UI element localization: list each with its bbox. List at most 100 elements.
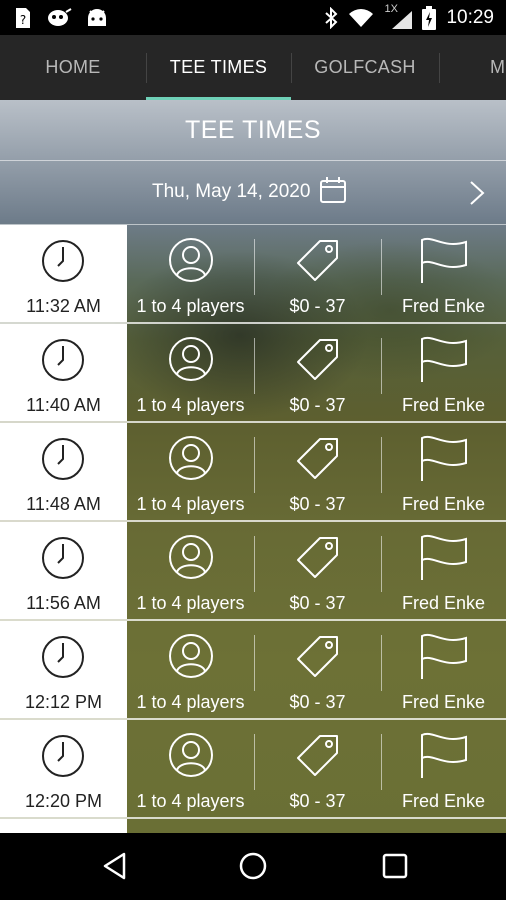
players-cell: 1 to 4 players [127,324,254,421]
price-tag-icon [297,339,338,380]
price-cell: $0 - 37 [254,522,381,619]
signal-icon [392,11,413,29]
players-cell: 1 to 4 players [127,522,254,619]
price-tag-icon [297,735,338,776]
page-title: TEE TIMES [184,115,321,144]
chevron-right-icon[interactable] [466,179,488,207]
course-label: Fred Enke [401,395,486,415]
course-cell: Fred Enke [381,324,506,421]
home-icon[interactable] [238,851,268,881]
price-tag-icon [297,537,338,578]
time-cell: 12:12 PM [0,621,127,718]
course-cell: Fred Enke [381,621,506,718]
price-label: $0 - 37 [289,494,346,514]
battery-charging-icon [422,6,437,30]
tab-divider [439,53,440,83]
players-label: 1 to 4 players [136,296,245,316]
calendar-icon[interactable] [318,175,348,205]
tab-tee-times[interactable]: TEE TIMES [146,35,291,100]
selected-date[interactable]: Thu, May 14, 2020 [152,181,310,203]
price-tag-icon [297,636,338,677]
tee-time: 12:12 PM [24,692,103,712]
course-label: Fred Enke [401,296,486,316]
bluetooth-icon [325,7,338,29]
price-cell: $0 - 37 [254,423,381,520]
tee-time: 11:32 AM [26,296,101,316]
android-icon [88,9,106,26]
price-tag-icon [297,438,338,479]
tee-time: 11:40 AM [26,395,101,415]
course-cell: Fred Enke [381,225,506,322]
tee-time-row[interactable]: 11:48 AM 1 to 4 players $0 - 37 Fred Enk… [0,423,506,522]
flag-icon [421,336,467,382]
user-icon [169,733,213,777]
user-icon [169,238,213,282]
user-icon [169,436,213,480]
user-icon [169,337,213,381]
flag-icon [421,435,467,481]
svg-text:?: ? [20,13,26,27]
course-label: Fred Enke [401,494,486,514]
price-label: $0 - 37 [289,296,346,316]
flag-icon [421,633,467,679]
tee-time-row[interactable]: 12:20 PM 1 to 4 players $0 - 37 Fred Enk… [0,720,506,819]
price-tag-icon [297,240,338,281]
user-icon [169,535,213,579]
players-label: 1 to 4 players [136,494,245,514]
price-label: $0 - 37 [289,395,346,415]
tee-time-row[interactable]: 11:32 AM 1 to 4 players $0 - 37 Fred Enk… [0,225,506,324]
time-cell: 11:56 AM [0,522,127,619]
tee-time-row-partial[interactable] [0,819,506,833]
price-cell: $0 - 37 [254,225,381,322]
flag-icon [421,237,467,283]
time-cell: 11:32 AM [0,225,127,322]
tee-time: 11:56 AM [26,593,101,613]
price-cell: $0 - 37 [254,324,381,421]
players-cell: 1 to 4 players [127,225,254,322]
players-cell: 1 to 4 players [127,621,254,718]
tee-time-row[interactable]: 12:12 PM 1 to 4 players $0 - 37 Fred Enk… [0,621,506,720]
tab-more[interactable]: M [490,35,506,100]
system-nav-bar [0,833,506,900]
time-cell [0,819,127,833]
user-icon [169,634,213,678]
tee-time-row[interactable]: 11:56 AM 1 to 4 players $0 - 37 Fred Enk… [0,522,506,621]
unknown-sim-icon: ? [16,8,30,28]
course-label: Fred Enke [401,791,486,811]
price-label: $0 - 37 [289,692,346,712]
tee-time-row[interactable]: 11:40 AM 1 to 4 players $0 - 37 Fred Enk… [0,324,506,423]
players-label: 1 to 4 players [136,593,245,613]
price-cell: $0 - 37 [254,720,381,817]
tab-home[interactable]: HOME [0,35,146,100]
players-label: 1 to 4 players [136,692,245,712]
clock-icon [42,636,84,678]
tab-golfcash[interactable]: GOLFCASH [291,35,439,100]
time-cell: 12:20 PM [0,720,127,817]
clock-icon [42,537,84,579]
tee-times-screen: TEE TIMES Thu, May 14, 2020 11:32 AM 1 t… [0,100,506,833]
price-label: $0 - 37 [289,791,346,811]
players-cell: 1 to 4 players [127,720,254,817]
course-label: Fred Enke [401,593,486,613]
time-cell: 11:40 AM [0,324,127,421]
alien-icon [48,8,72,26]
players-label: 1 to 4 players [136,395,245,415]
course-cell: Fred Enke [381,720,506,817]
back-icon[interactable] [100,851,130,881]
players-label: 1 to 4 players [136,791,245,811]
clock-icon [42,240,84,282]
recents-icon[interactable] [380,851,410,881]
tee-time: 11:48 AM [26,494,101,514]
clock-icon [42,339,84,381]
tab-bar: HOME TEE TIMES GOLFCASH M [0,35,506,100]
flag-icon [421,732,467,778]
price-cell: $0 - 37 [254,621,381,718]
course-label: Fred Enke [401,692,486,712]
course-cell: Fred Enke [381,522,506,619]
time-cell: 11:48 AM [0,423,127,520]
flag-icon [421,534,467,580]
clock-icon [42,735,84,777]
status-bar: ? 1X 10:29 [0,0,506,35]
players-cell: 1 to 4 players [127,423,254,520]
wifi-icon [349,9,374,27]
